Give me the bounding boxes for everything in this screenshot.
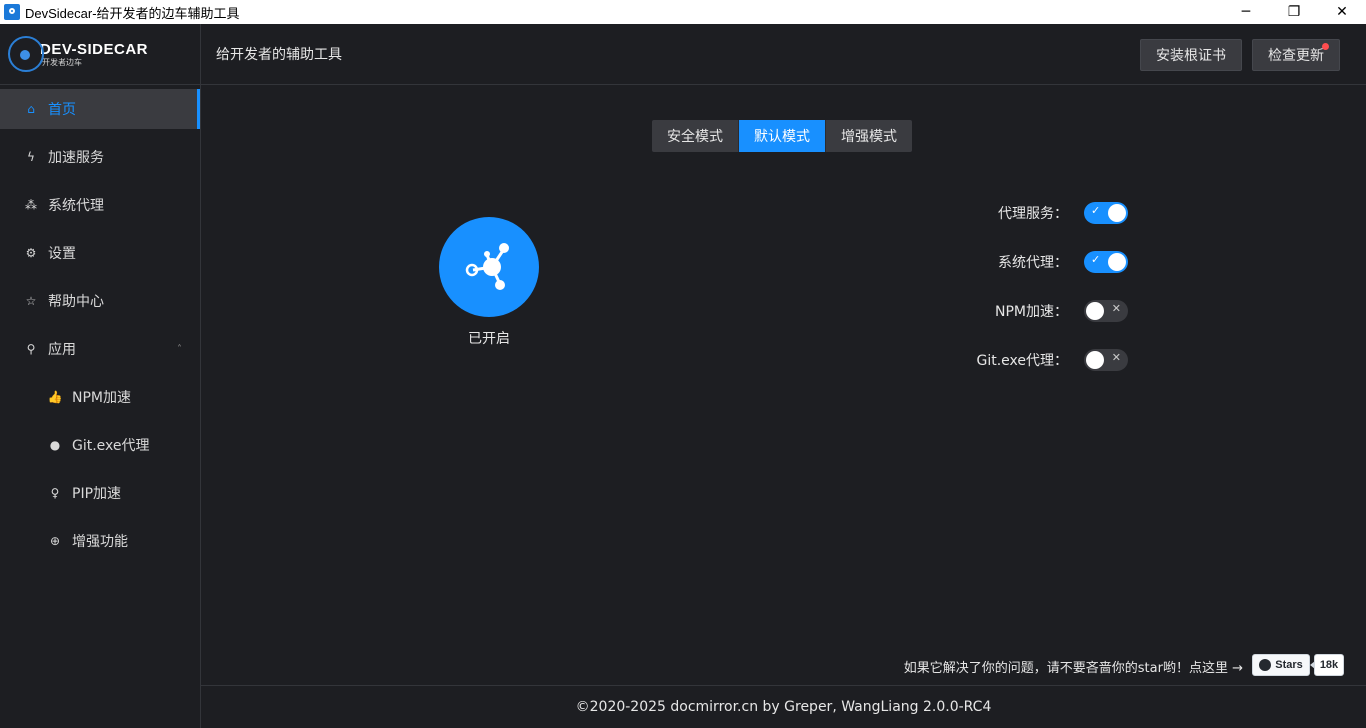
sidebar-item-apps[interactable]: ⚲ 应用 ˄ [0,329,200,369]
power-toggle-button[interactable] [439,217,539,317]
bulb-icon: ♀ [50,486,60,500]
toggle-row-git: Git.exe代理： ✕ [961,347,1128,373]
git-proxy-switch[interactable]: ✕ [1084,349,1128,371]
close-button[interactable]: ✕ [1318,0,1366,24]
gear-icon: ⚙ [25,246,37,260]
star-icon: ☆ [25,294,37,308]
logo-icon [8,36,44,72]
sidebar-item-label: 应用 [48,342,76,358]
update-badge [1322,43,1329,50]
toggle-label: NPM加速： [995,304,1068,320]
home-icon: ⌂ [27,102,35,116]
toggle-label: 系统代理： [998,255,1068,271]
restore-button[interactable]: ❐ [1270,0,1318,24]
main-content: 安全模式 默认模式 增强模式 已开启 代理服务： ✓ 系统代理： ✓ NPM加速… [201,85,1366,685]
sidebar-item-label: 增强功能 [72,534,128,550]
sidebar-item-label: 设置 [48,246,76,262]
minimize-button[interactable]: ─ [1222,0,1270,24]
sidebar-item-git[interactable]: ● Git.exe代理 [0,425,200,465]
github-icon [1259,659,1272,671]
mode-selector: 安全模式 默认模式 增强模式 [652,120,912,152]
window-title: DevSidecar-给开发者的边车辅助工具 [25,5,240,21]
like-icon: 👍 [47,390,63,404]
sidebar-item-home[interactable]: ⌂ 首页 [0,89,200,129]
sidebar-item-label: PIP加速 [72,486,122,502]
sidebar-item-npm[interactable]: 👍 NPM加速 [0,377,200,417]
window-titlebar: DevSidecar-给开发者的边车辅助工具 ─ ❐ ✕ [0,0,1366,24]
mode-safe[interactable]: 安全模式 [652,120,739,152]
logo-sub-text: 开发者边车 [42,57,82,67]
check-icon: ✓ [1091,204,1101,217]
chevron-up-icon: ˄ [177,343,182,355]
sidebar-item-label: 系统代理 [48,198,104,214]
mode-default[interactable]: 默认模式 [739,120,826,152]
footer-text: ©2020-2025 docmirror.cn by Greper, WangL… [575,699,992,715]
close-icon: ✕ [1111,351,1121,364]
logo-main-text: DEV-SIDECAR [40,40,149,58]
sidebar-item-help[interactable]: ☆ 帮助中心 [0,281,200,321]
sidebar-item-settings[interactable]: ⚙ 设置 [0,233,200,273]
star-prompt: 如果它解决了你的问题，请不要吝啬你的star哟！点这里 → Stars 18k [201,654,1366,678]
github-icon: ● [49,438,61,452]
star-prompt-text[interactable]: 如果它解决了你的问题，请不要吝啬你的star哟！点这里 → [904,657,1243,676]
system-proxy-switch[interactable]: ✓ [1084,251,1128,273]
app-icon [4,4,20,20]
toggle-label: Git.exe代理： [976,353,1068,369]
sidebar-item-label: 帮助中心 [48,294,104,310]
switch-knob [1086,302,1104,320]
toggle-row-npm: NPM加速： ✕ [961,298,1128,324]
global-icon: ⊕ [49,534,61,548]
lightning-icon: ϟ [27,150,35,164]
sidebar-item-system-proxy[interactable]: ⁂ 系统代理 [0,185,200,225]
npm-accel-switch[interactable]: ✕ [1084,300,1128,322]
install-cert-button[interactable]: 安装根证书 [1140,39,1242,71]
power-status-label: 已开启 [468,331,510,347]
switch-knob [1108,253,1126,271]
mode-enhanced[interactable]: 增强模式 [826,120,912,152]
sidebar-item-acceleration[interactable]: ϟ 加速服务 [0,137,200,177]
github-stars-label: Stars [1275,659,1303,671]
sidebar-item-pip[interactable]: ♀ PIP加速 [0,473,200,513]
page-title: 给开发者的辅助工具 [216,47,342,63]
toggle-label: 代理服务： [998,206,1068,222]
sidebar-item-label: Git.exe代理 [72,438,150,454]
switch-knob [1108,204,1126,222]
close-icon: ✕ [1111,302,1121,315]
logo: DEV-SIDECAR 开发者边车 [0,24,200,85]
github-stars-button[interactable]: Stars [1252,654,1310,676]
sidebar: DEV-SIDECAR 开发者边车 ⌂ 首页 ϟ 加速服务 ⁂ 系统代理 ⚙ 设… [0,24,201,728]
sidebar-item-enhance[interactable]: ⊕ 增强功能 [0,521,200,561]
sidebar-item-label: 首页 [48,102,76,118]
cluster-icon: ⁂ [25,198,37,212]
toggle-row-proxy: 代理服务： ✓ [961,200,1128,226]
check-update-label: 检查更新 [1268,47,1324,63]
github-stars-count[interactable]: 18k [1310,654,1344,676]
check-icon: ✓ [1091,253,1101,266]
switch-knob [1086,351,1104,369]
sidebar-item-label: NPM加速 [72,390,131,406]
logo-text: DEV-SIDECAR 开发者边车 [40,40,149,67]
api-icon: ⚲ [26,342,36,356]
footer: ©2020-2025 docmirror.cn by Greper, WangL… [201,685,1366,728]
header: 给开发者的辅助工具 安装根证书 检查更新 [201,24,1366,85]
proxy-service-switch[interactable]: ✓ [1084,202,1128,224]
sidebar-item-label: 加速服务 [48,150,104,166]
network-node-icon [465,243,509,290]
sidebar-menu: ⌂ 首页 ϟ 加速服务 ⁂ 系统代理 ⚙ 设置 ☆ 帮助中心 ⚲ 应用 ˄ 👍 … [0,85,200,561]
check-update-button[interactable]: 检查更新 [1252,39,1340,71]
toggle-row-system-proxy: 系统代理： ✓ [961,249,1128,275]
